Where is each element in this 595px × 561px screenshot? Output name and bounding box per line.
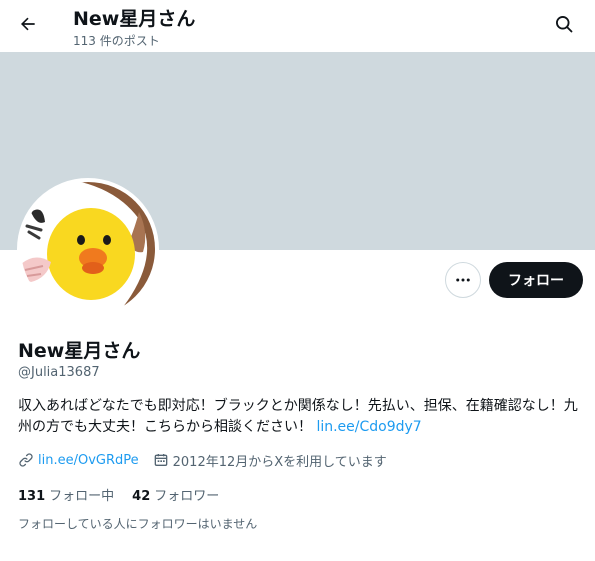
joined-item: 2012年12月からXを利用しています [153,451,387,470]
profile-header: New星月さん 113 件のポスト [0,0,595,52]
following-count: 131 [18,488,46,504]
bio-link[interactable]: lin.ee/Cdo9dy7 [316,419,421,435]
profile-handle: @Julia13687 [18,365,100,380]
joined-date: 2012年12月からXを利用しています [172,454,387,470]
following-stat[interactable]: 131 フォロー中 [18,485,114,504]
search-icon [556,16,573,33]
follow-stats: 131 フォロー中 42 フォロワー [18,485,237,504]
back-button[interactable] [12,8,44,40]
follow-button[interactable]: フォロー [489,262,583,298]
followers-you-know-note: フォローしている人にフォロワーはいません [18,517,258,531]
post-count: 113 件のポスト [73,34,160,48]
search-button[interactable] [548,8,580,40]
profile-bio: 収入あればどなたでも即対応！ブラックとか関係なし！先払い、担保、在籍確認なし！九… [18,396,580,438]
followers-stat[interactable]: 42 フォロワー [132,485,219,504]
more-dots-icon [456,278,470,282]
header-title: New星月さん [73,8,196,30]
followers-label: フォロワー [154,488,220,504]
calendar-icon [154,454,167,466]
followers-count: 42 [132,488,151,504]
back-arrow-icon [21,17,35,31]
profile-name: New星月さん [18,340,141,362]
avatar[interactable] [17,178,159,320]
profile-meta: lin.ee/OvGRdPe 2012年12月からXを利用しています [18,451,401,470]
website-item: lin.ee/OvGRdPe [18,452,139,468]
chick-avatar-image [21,182,155,316]
following-label: フォロー中 [49,488,115,504]
website-link[interactable]: lin.ee/OvGRdPe [38,453,139,468]
more-button[interactable] [445,262,481,298]
bio-text: 収入あればどなたでも即対応！ブラックとか関係なし！先払い、担保、在籍確認なし！九… [18,398,578,435]
link-icon [19,453,33,467]
